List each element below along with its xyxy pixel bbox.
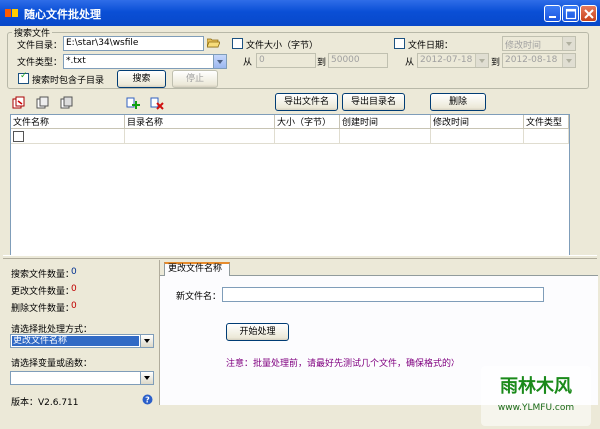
column-header-created[interactable]: 创建时间: [340, 115, 431, 129]
row-checkbox[interactable]: [13, 131, 24, 142]
file-type-value: *.txt: [66, 56, 86, 66]
renamed-count-value: 0: [71, 284, 77, 294]
type-label: 文件类型：: [17, 58, 63, 68]
method-select[interactable]: 更改文件名称: [10, 334, 154, 348]
size-to-input[interactable]: 50000: [328, 53, 388, 68]
chevron-down-icon: [475, 54, 488, 67]
column-header-modified[interactable]: 修改时间: [431, 115, 524, 129]
add-file-icon[interactable]: [126, 96, 140, 110]
size-from-label: 从: [243, 58, 253, 68]
version-text: 版本：V2.6.711: [11, 398, 79, 408]
column-header-dirname[interactable]: 目录名称: [125, 115, 275, 129]
grid-cell[interactable]: [431, 129, 524, 144]
export-dirs-button[interactable]: 导出目录名: [342, 93, 405, 111]
searched-count-value: 0: [71, 267, 77, 277]
remove-file-icon[interactable]: [150, 96, 164, 110]
chevron-down-icon: [140, 335, 153, 347]
date-to-picker[interactable]: 2012-08-18: [502, 53, 576, 68]
search-button[interactable]: 搜索: [117, 70, 166, 88]
size-from-input[interactable]: 0: [256, 53, 316, 68]
include-subdirs-label: 搜索时包含子目录: [32, 76, 105, 86]
searched-count-label: 搜索文件数量：: [11, 270, 75, 280]
browse-folder-icon[interactable]: [207, 37, 220, 48]
include-subdirs-checkbox[interactable]: [18, 71, 29, 84]
watermark-title: 雨林木风: [500, 375, 572, 397]
copy-icon[interactable]: [36, 96, 50, 110]
minimize-icon: [549, 16, 556, 18]
panel-splitter[interactable]: [3, 255, 597, 259]
close-icon: [584, 9, 594, 19]
close-button[interactable]: [580, 5, 597, 22]
new-name-label: 新文件名：: [176, 292, 222, 302]
date-kind-value: 修改时间: [505, 41, 542, 51]
renamed-count-label: 更改文件数量：: [11, 287, 75, 297]
svg-text:?: ?: [145, 396, 150, 405]
chevron-down-icon: [140, 372, 153, 384]
title-bar: 随心文件批处理: [0, 0, 600, 26]
column-header-filename[interactable]: 文件名称: [11, 115, 125, 129]
paste-icon[interactable]: [60, 96, 74, 110]
chevron-down-icon: [213, 55, 226, 68]
dir-label: 文件目录：: [17, 41, 63, 51]
variable-label: 请选择变量或函数：: [11, 359, 93, 369]
app-icon: [5, 9, 18, 17]
date-from-label: 从: [405, 58, 415, 68]
variable-select[interactable]: [10, 371, 154, 385]
date-from-picker[interactable]: 2012-07-18: [417, 53, 489, 68]
watermark-logo: 雨林木风 www.YLMFU.com: [481, 366, 591, 426]
column-header-size[interactable]: 大小（字节）: [275, 115, 340, 129]
date-to-value: 2012-08-18: [505, 55, 558, 65]
watermark: 雨林木风 www.YLMFU.com: [481, 366, 591, 426]
stop-button[interactable]: 停止: [172, 70, 218, 88]
file-grid[interactable]: 文件名称 目录名称 大小（字节） 创建时间 修改时间 文件类型: [10, 114, 570, 256]
size-to-label: 到: [317, 58, 327, 68]
size-filter-label: 文件大小（字节）: [246, 41, 319, 51]
tab-rename[interactable]: 更改文件名称: [164, 262, 230, 276]
grid-cell[interactable]: [524, 129, 569, 144]
deleted-count-value: 0: [71, 301, 77, 311]
date-filter-label: 文件日期：: [408, 41, 454, 51]
dir-input[interactable]: E:\star\34\wsfile: [63, 36, 204, 51]
size-filter-checkbox[interactable]: [232, 38, 243, 49]
help-icon[interactable]: ?: [142, 394, 153, 405]
date-kind-combo[interactable]: 修改时间: [502, 36, 576, 51]
grid-cell[interactable]: [340, 129, 431, 144]
grid-cell[interactable]: [275, 129, 340, 144]
select-all-icon[interactable]: [12, 96, 26, 110]
grid-cell[interactable]: [125, 129, 275, 144]
column-header-filetype[interactable]: 文件类型: [524, 115, 569, 129]
window-title: 随心文件批处理: [24, 8, 101, 21]
grid-cell[interactable]: [11, 129, 125, 144]
minimize-button[interactable]: [544, 5, 561, 22]
new-name-input[interactable]: [222, 287, 544, 302]
date-from-value: 2012-07-18: [420, 55, 473, 65]
file-type-combo[interactable]: *.txt: [63, 54, 227, 69]
start-processing-button[interactable]: 开始处理: [226, 323, 289, 341]
chevron-down-icon: [562, 54, 575, 67]
method-selected-value: 更改文件名称: [12, 336, 139, 346]
export-names-button[interactable]: 导出文件名: [275, 93, 338, 111]
chevron-down-icon: [562, 37, 575, 50]
main-window: 搜索文件 文件目录： E:\star\34\wsfile 文件类型： *.txt…: [3, 26, 598, 426]
date-filter-checkbox[interactable]: [394, 38, 405, 49]
maximize-icon: [565, 8, 577, 20]
deleted-count-label: 删除文件数量：: [11, 304, 75, 314]
notice-text: 注意：批量处理前，请最好先测试几个文件，确保格式的准确: [226, 359, 454, 369]
maximize-button[interactable]: [562, 5, 579, 22]
date-to-label: 到: [491, 58, 501, 68]
delete-button[interactable]: 删除: [430, 93, 486, 111]
